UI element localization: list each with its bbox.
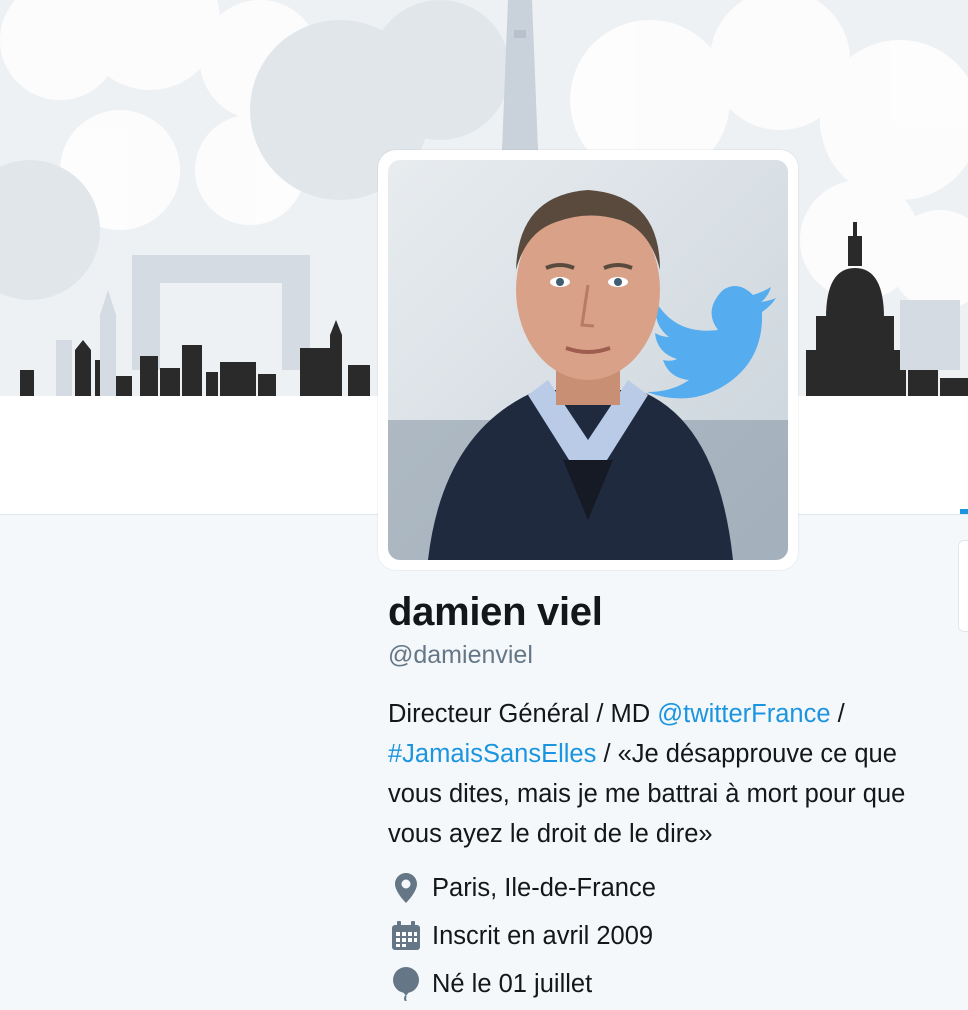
profile-join-date: Inscrit en avril 2009	[388, 912, 928, 960]
avatar-frame	[378, 150, 798, 570]
join-date-text: Inscrit en avril 2009	[432, 921, 654, 950]
bio-mention-link[interactable]: @twitterFrance	[657, 700, 830, 728]
calendar-icon	[388, 918, 424, 954]
location-text: Paris, Ile-de-France	[432, 873, 656, 902]
bio-hashtag-link[interactable]: #JamaisSansElles	[388, 740, 596, 768]
bio-text: Directeur Général / MD	[388, 700, 658, 728]
profile-birthday: Né le 01 juillet	[388, 960, 928, 1008]
profile-meta: Paris, Ile-de-France Inscrit en avril 20…	[388, 864, 928, 1008]
nav-active-indicator	[960, 509, 968, 514]
map-pin-icon	[388, 870, 424, 906]
sidebar-card-edge	[958, 540, 968, 632]
balloon-icon	[388, 966, 424, 1002]
profile-location: Paris, Ile-de-France	[388, 864, 928, 912]
profile-avatar[interactable]	[388, 160, 788, 560]
profile-info: damien viel @damienviel Directeur Généra…	[388, 590, 928, 1008]
profile-bio: Directeur Général / MD @twitterFrance / …	[388, 694, 918, 854]
birthday-text: Né le 01 juillet	[432, 969, 593, 998]
profile-handle[interactable]: @damienviel	[388, 640, 928, 670]
avatar-photo	[388, 160, 788, 560]
bio-text: /	[830, 700, 845, 728]
profile-name[interactable]: damien viel	[388, 590, 928, 634]
